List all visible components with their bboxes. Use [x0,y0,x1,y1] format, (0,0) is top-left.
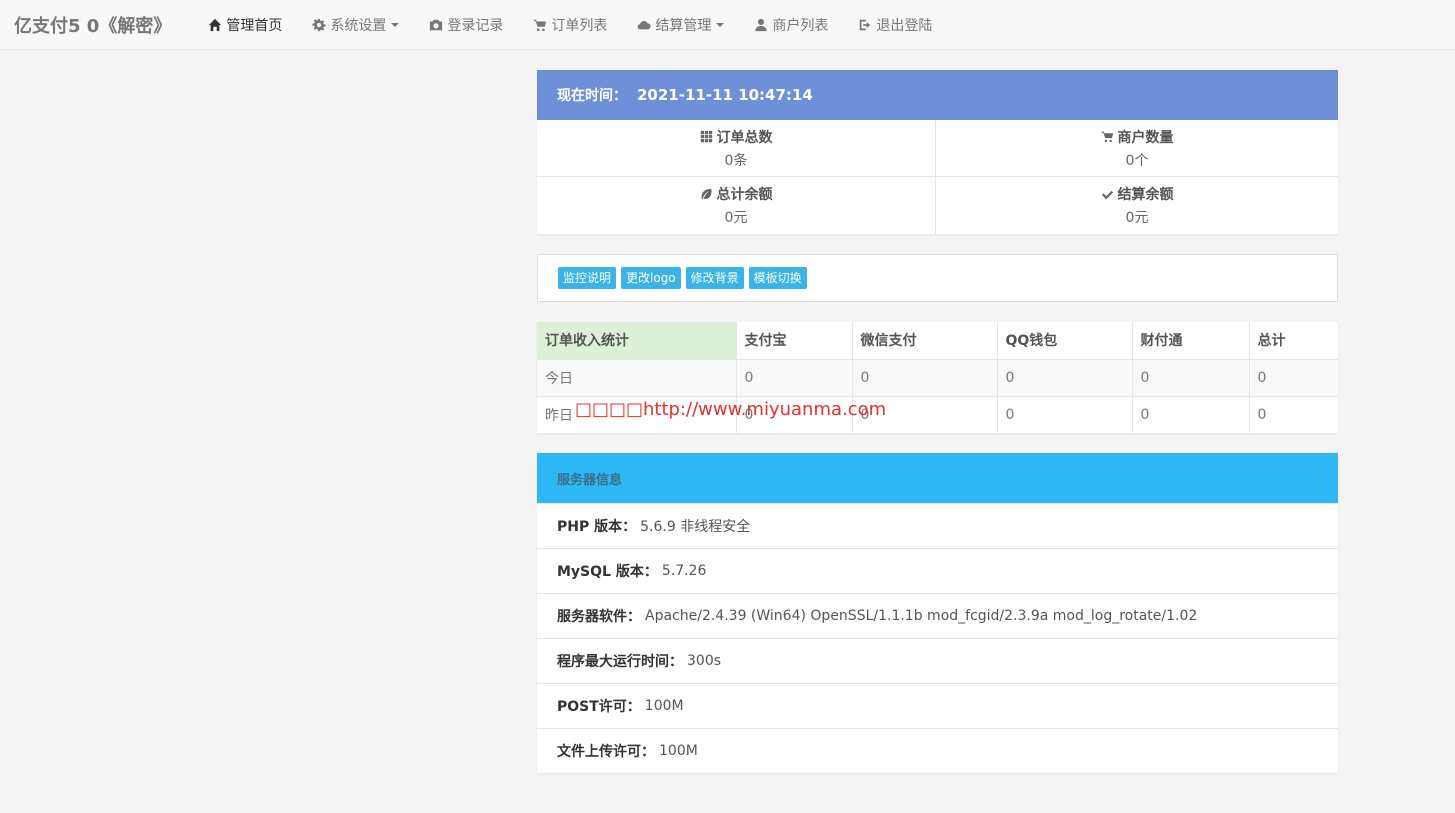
stat-total-balance: 总计余额 0元 [537,177,936,234]
table-cell: 0 [1132,358,1250,396]
server-row-upload-limit: 文件上传许可： 100M [537,728,1338,773]
cloud-icon [637,20,651,29]
stat-merchant-count: 商户数量 0个 [936,120,1338,177]
brand-title[interactable]: 亿支付5 0《解密》 [14,12,171,38]
home-icon [209,18,222,31]
time-value: 2021-11-11 10:47:14 [637,86,813,104]
table-header: 总计 [1257,333,1286,350]
table-header: 微信支付 [852,322,998,359]
server-key: 服务器软件： [557,609,641,625]
table-cell: 今日 [537,358,737,396]
server-key: POST许可： [557,699,641,715]
server-row-post-limit: POST许可： 100M [537,683,1338,728]
nav-item-label: 管理首页 [226,17,283,34]
action-button-bar: 监控说明 更改logo 修改背景 模板切换 [537,254,1338,302]
change-logo-button[interactable]: 更改logo [621,267,681,289]
server-key: MySQL 版本： [557,564,658,580]
gear-icon [312,18,326,31]
stat-value: 0元 [1125,210,1149,226]
table-cell: 0 [736,358,853,396]
server-value: Apache/2.4.39 (Win64) OpenSSL/1.1.1b mod… [645,608,1198,624]
nav-item-label: 退出登陆 [876,17,933,34]
stats-grid: 订单总数 0条 商户数量 0个 总计余额 0元 结算余额 0元 [537,120,1338,234]
nav-item-label: 登录记录 [447,17,504,34]
user-icon [755,18,768,31]
table-row: 今日 0 0 0 0 0 [537,358,1338,396]
stat-order-total: 订单总数 0条 [537,120,936,177]
check-icon [1101,190,1113,199]
table-cell: 0 [1249,395,1338,433]
nav-item-label: 结算管理 [655,17,712,34]
nav-item-merchant-list[interactable]: 商户列表 [739,0,843,50]
table-header-row: 订单收入统计 支付宝 微信支付 QQ钱包 财付通 总计 [537,322,1338,359]
stat-settlement-balance: 结算余额 0元 [936,177,1338,234]
server-info-panel: 服务器信息 PHP 版本： 5.6.9 非线程安全 MySQL 版本： 5.7.… [537,453,1338,773]
server-key: PHP 版本： [557,519,637,535]
nav-item-settlement[interactable]: 结算管理 [622,0,739,50]
server-row-max-exec-time: 程序最大运行时间： 300s [537,638,1338,683]
table-cell: 0 [1249,358,1338,396]
stat-value: 0元 [724,210,748,226]
table-header: 支付宝 [736,322,853,359]
cart-icon [534,19,547,31]
stat-label: 总计余额 [716,187,773,203]
table-cell: 0 [997,358,1133,396]
nav-item-system-settings[interactable]: 系统设置 [297,0,414,50]
server-row-software: 服务器软件： Apache/2.4.39 (Win64) OpenSSL/1.1… [537,593,1338,638]
server-row-mysql: MySQL 版本： 5.7.26 [537,548,1338,593]
table-header: 订单收入统计 [537,322,737,359]
server-row-php: PHP 版本： 5.6.9 非线程安全 [537,503,1338,548]
nav-item-label: 商户列表 [772,17,829,34]
nav-item-logout[interactable]: 退出登陆 [843,0,947,50]
server-key: 文件上传许可： [557,744,655,760]
logout-icon [860,19,871,30]
server-value: 100M [659,743,698,759]
stat-value: 0条 [724,152,748,169]
nav-item-label: 订单列表 [551,17,608,34]
template-switch-button[interactable]: 模板切换 [748,267,807,289]
watermark-text: □□□□http://www.miyuanma.com [575,399,887,420]
stat-label: 结算余额 [1117,187,1174,203]
server-info-title: 服务器信息 [537,453,1338,503]
stat-label: 订单总数 [716,129,773,146]
top-navbar: 亿支付5 0《解密》 管理首页 系统设置 登录记录 订单列表 结算管理 商户列表… [0,0,1455,50]
camera-icon [430,19,443,30]
monitor-guide-button[interactable]: 监控说明 [558,267,617,289]
table-header: 财付通 [1132,322,1250,359]
time-label: 现在时间： [557,88,627,104]
time-header: 现在时间： 2021-11-11 10:47:14 [537,70,1338,120]
server-value: 5.6.9 非线程安全 [640,519,751,535]
nav-item-label: 系统设置 [330,17,387,34]
nav-item-order-list[interactable]: 订单列表 [518,0,622,50]
cart-icon [1101,131,1113,143]
change-background-button[interactable]: 修改背景 [685,267,744,289]
table-cell: 0 [997,395,1133,433]
caret-down-icon [391,22,400,27]
table-cell: 0 [1132,395,1250,433]
server-value: 100M [644,698,684,714]
table-cell: 0 [852,358,998,396]
grid-icon [700,130,712,143]
server-value: 5.7.26 [661,563,707,579]
server-value: 300s [687,653,722,669]
server-key: 程序最大运行时间： [557,654,683,670]
nav-item-home[interactable]: 管理首页 [193,0,297,50]
stat-label: 商户数量 [1117,129,1174,146]
nav-item-login-records[interactable]: 登录记录 [414,0,518,50]
leaf-icon [701,188,712,199]
stat-value: 0个 [1125,152,1149,169]
table-header: QQ钱包 [997,322,1133,359]
main-content: 现在时间： 2021-11-11 10:47:14 订单总数 0条 商户数量 0… [537,70,1338,773]
caret-down-icon [716,22,725,27]
